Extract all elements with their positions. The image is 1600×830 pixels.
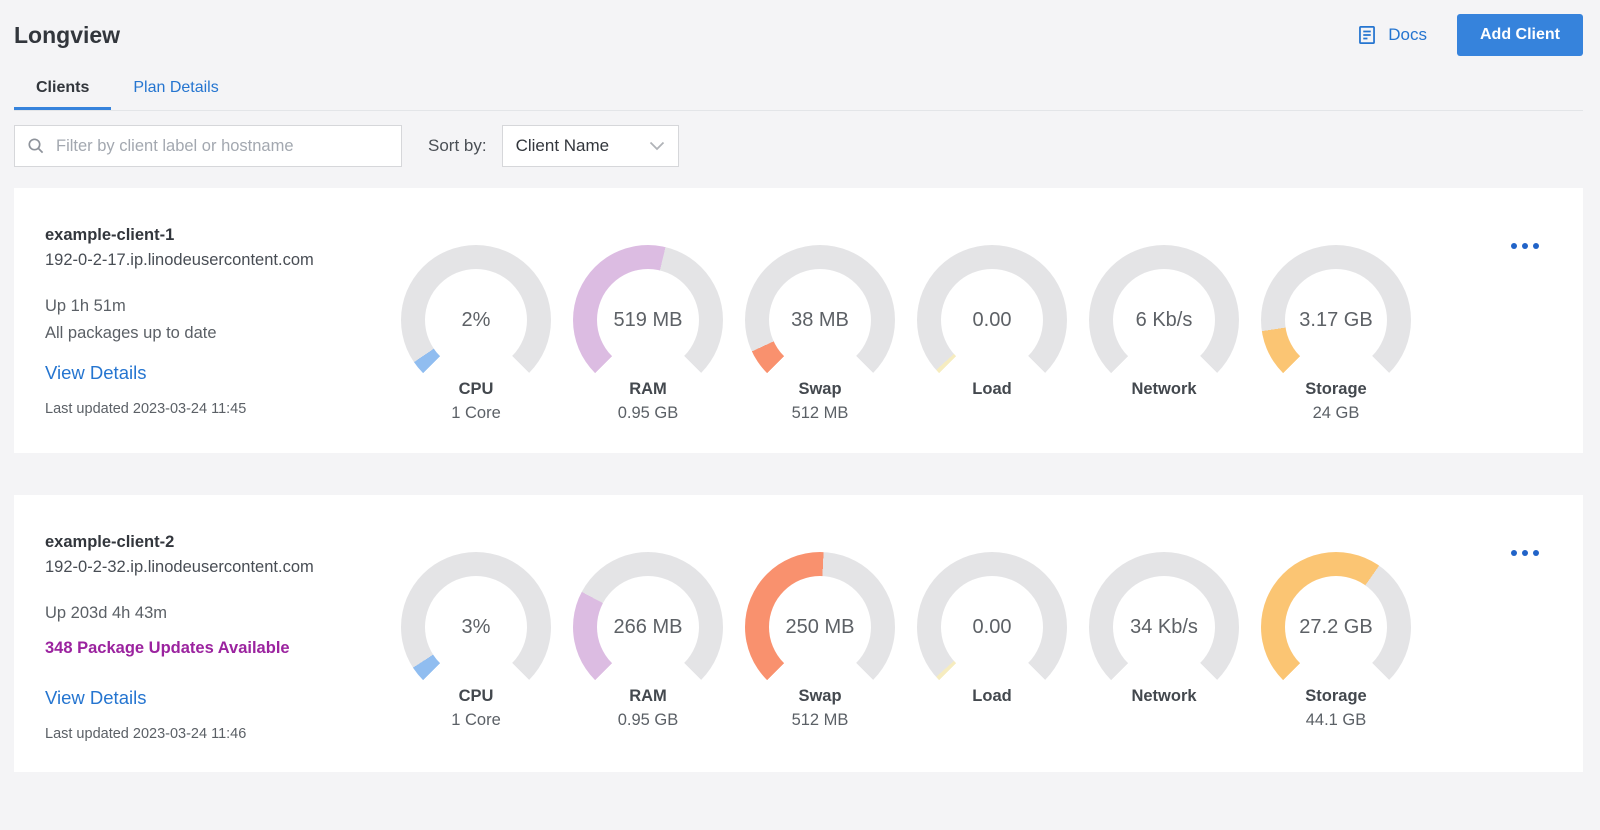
gauge-value: 519 MB [613,308,683,331]
client-list: example-client-1 192-0-2-17.ip.linodeuse… [14,188,1583,772]
gauge-value: 266 MB [613,615,683,638]
gauge-sublabel: 1 Core [451,404,501,422]
docs-link-label: Docs [1388,25,1427,44]
client-info: example-client-1 192-0-2-17.ip.linodeuse… [45,226,390,423]
gauge-sublabel: 0.95 GB [617,404,679,422]
gauge: 34 Kb/s Network [1078,552,1250,742]
gauge-circle: 519 MB [573,245,723,395]
chevron-down-icon [649,141,665,151]
gauge-value: 27.2 GB [1299,615,1373,638]
gauge-sublabel: 1 Core [451,711,501,729]
gauge-circle: 266 MB [573,552,723,702]
gauge: 250 MB Swap 512 MB [734,552,906,742]
gauge: 2% CPU 1 Core [390,245,562,423]
client-name: example-client-2 [45,533,175,551]
dot-icon [1533,550,1539,556]
gauges-row: 2% CPU 1 Core 519 MB RAM 0.95 GB 38 MB S… [390,226,1511,423]
search-icon [27,137,45,155]
gauge-value: 0.00 [972,615,1012,638]
dot-icon [1522,550,1528,556]
gauge-sublabel: 0.95 GB [617,711,679,729]
search-input[interactable] [54,135,389,157]
client-actions-menu-button[interactable] [1511,243,1539,249]
page-header: Longview Docs Add Client [14,0,1583,56]
gauge-value: 3% [461,615,491,638]
gauge-value: 3.17 GB [1299,308,1373,331]
tab-plan-details[interactable]: Plan Details [111,70,240,110]
client-hostname: 192-0-2-32.ip.linodeusercontent.com [45,558,314,576]
sort-select[interactable]: Client Name [501,125,679,167]
filter-row: Sort by: Client Name [14,125,1583,167]
sort-select-value: Client Name [515,136,610,155]
gauge: 3.17 GB Storage 24 GB [1250,245,1422,423]
gauge-circle: 0.00 [917,245,1067,395]
gauge-value: 6 Kb/s [1135,308,1193,331]
gauge-sublabel: 44.1 GB [1305,711,1367,729]
last-updated: Last updated 2023-03-24 11:46 [45,726,247,742]
packages-status: All packages up to date [45,324,217,342]
gauge-circle: 250 MB [745,552,895,702]
gauge-circle: 6 Kb/s [1089,245,1239,395]
client-info: example-client-2 192-0-2-32.ip.linodeuse… [45,533,390,742]
gauge-circle: 2% [401,245,551,395]
gauge-value: 250 MB [785,615,855,638]
sort-by-label: Sort by: [428,136,487,155]
gauge: 266 MB RAM 0.95 GB [562,552,734,742]
gauge-circle: 38 MB [745,245,895,395]
gauge: 38 MB Swap 512 MB [734,245,906,423]
dot-icon [1511,550,1517,556]
client-uptime: Up 203d 4h 43m [45,604,168,622]
gauge-value: 2% [461,308,491,331]
packages-status: 348 Package Updates Available [45,639,290,657]
client-name: example-client-1 [45,226,175,244]
gauge: 0.00 Load [906,245,1078,423]
view-details-link[interactable]: View Details [45,362,146,384]
dot-icon [1511,243,1517,249]
search-box [14,125,402,167]
gauge-value: 0.00 [972,308,1012,331]
gauge: 519 MB RAM 0.95 GB [562,245,734,423]
gauge-sublabel: 512 MB [791,711,849,729]
gauge-circle: 0.00 [917,552,1067,702]
header-actions: Docs Add Client [1356,14,1583,56]
gauge: 6 Kb/s Network [1078,245,1250,423]
tab-clients[interactable]: Clients [14,70,112,110]
gauge-circle: 27.2 GB [1261,552,1411,702]
docs-icon [1356,24,1378,46]
gauge-value: 38 MB [791,308,849,331]
dot-icon [1522,243,1528,249]
view-details-link[interactable]: View Details [45,687,146,709]
page-title: Longview [14,21,121,48]
gauges-row: 3% CPU 1 Core 266 MB RAM 0.95 GB 250 MB … [390,533,1511,742]
tab-bar: Clients Plan Details [14,70,1583,111]
dot-icon [1533,243,1539,249]
client-card: example-client-1 192-0-2-17.ip.linodeuse… [14,188,1583,453]
gauge-circle: 3.17 GB [1261,245,1411,395]
gauge-sublabel: 512 MB [791,404,849,422]
last-updated: Last updated 2023-03-24 11:45 [45,401,247,417]
gauge-value: 34 Kb/s [1130,615,1198,638]
client-actions-menu-button[interactable] [1511,550,1539,556]
gauge-circle: 3% [401,552,551,702]
gauge-circle: 34 Kb/s [1089,552,1239,702]
gauge: 27.2 GB Storage 44.1 GB [1250,552,1422,742]
gauge-sublabel: 24 GB [1312,404,1360,422]
client-uptime: Up 1h 51m [45,297,126,315]
docs-link[interactable]: Docs [1356,24,1427,46]
client-hostname: 192-0-2-17.ip.linodeusercontent.com [45,251,314,269]
gauge: 0.00 Load [906,552,1078,742]
add-client-button[interactable]: Add Client [1457,14,1583,56]
gauge: 3% CPU 1 Core [390,552,562,742]
longview-page: Longview Docs Add Client Clients Plan De… [0,0,1600,772]
client-card: example-client-2 192-0-2-32.ip.linodeuse… [14,495,1583,772]
